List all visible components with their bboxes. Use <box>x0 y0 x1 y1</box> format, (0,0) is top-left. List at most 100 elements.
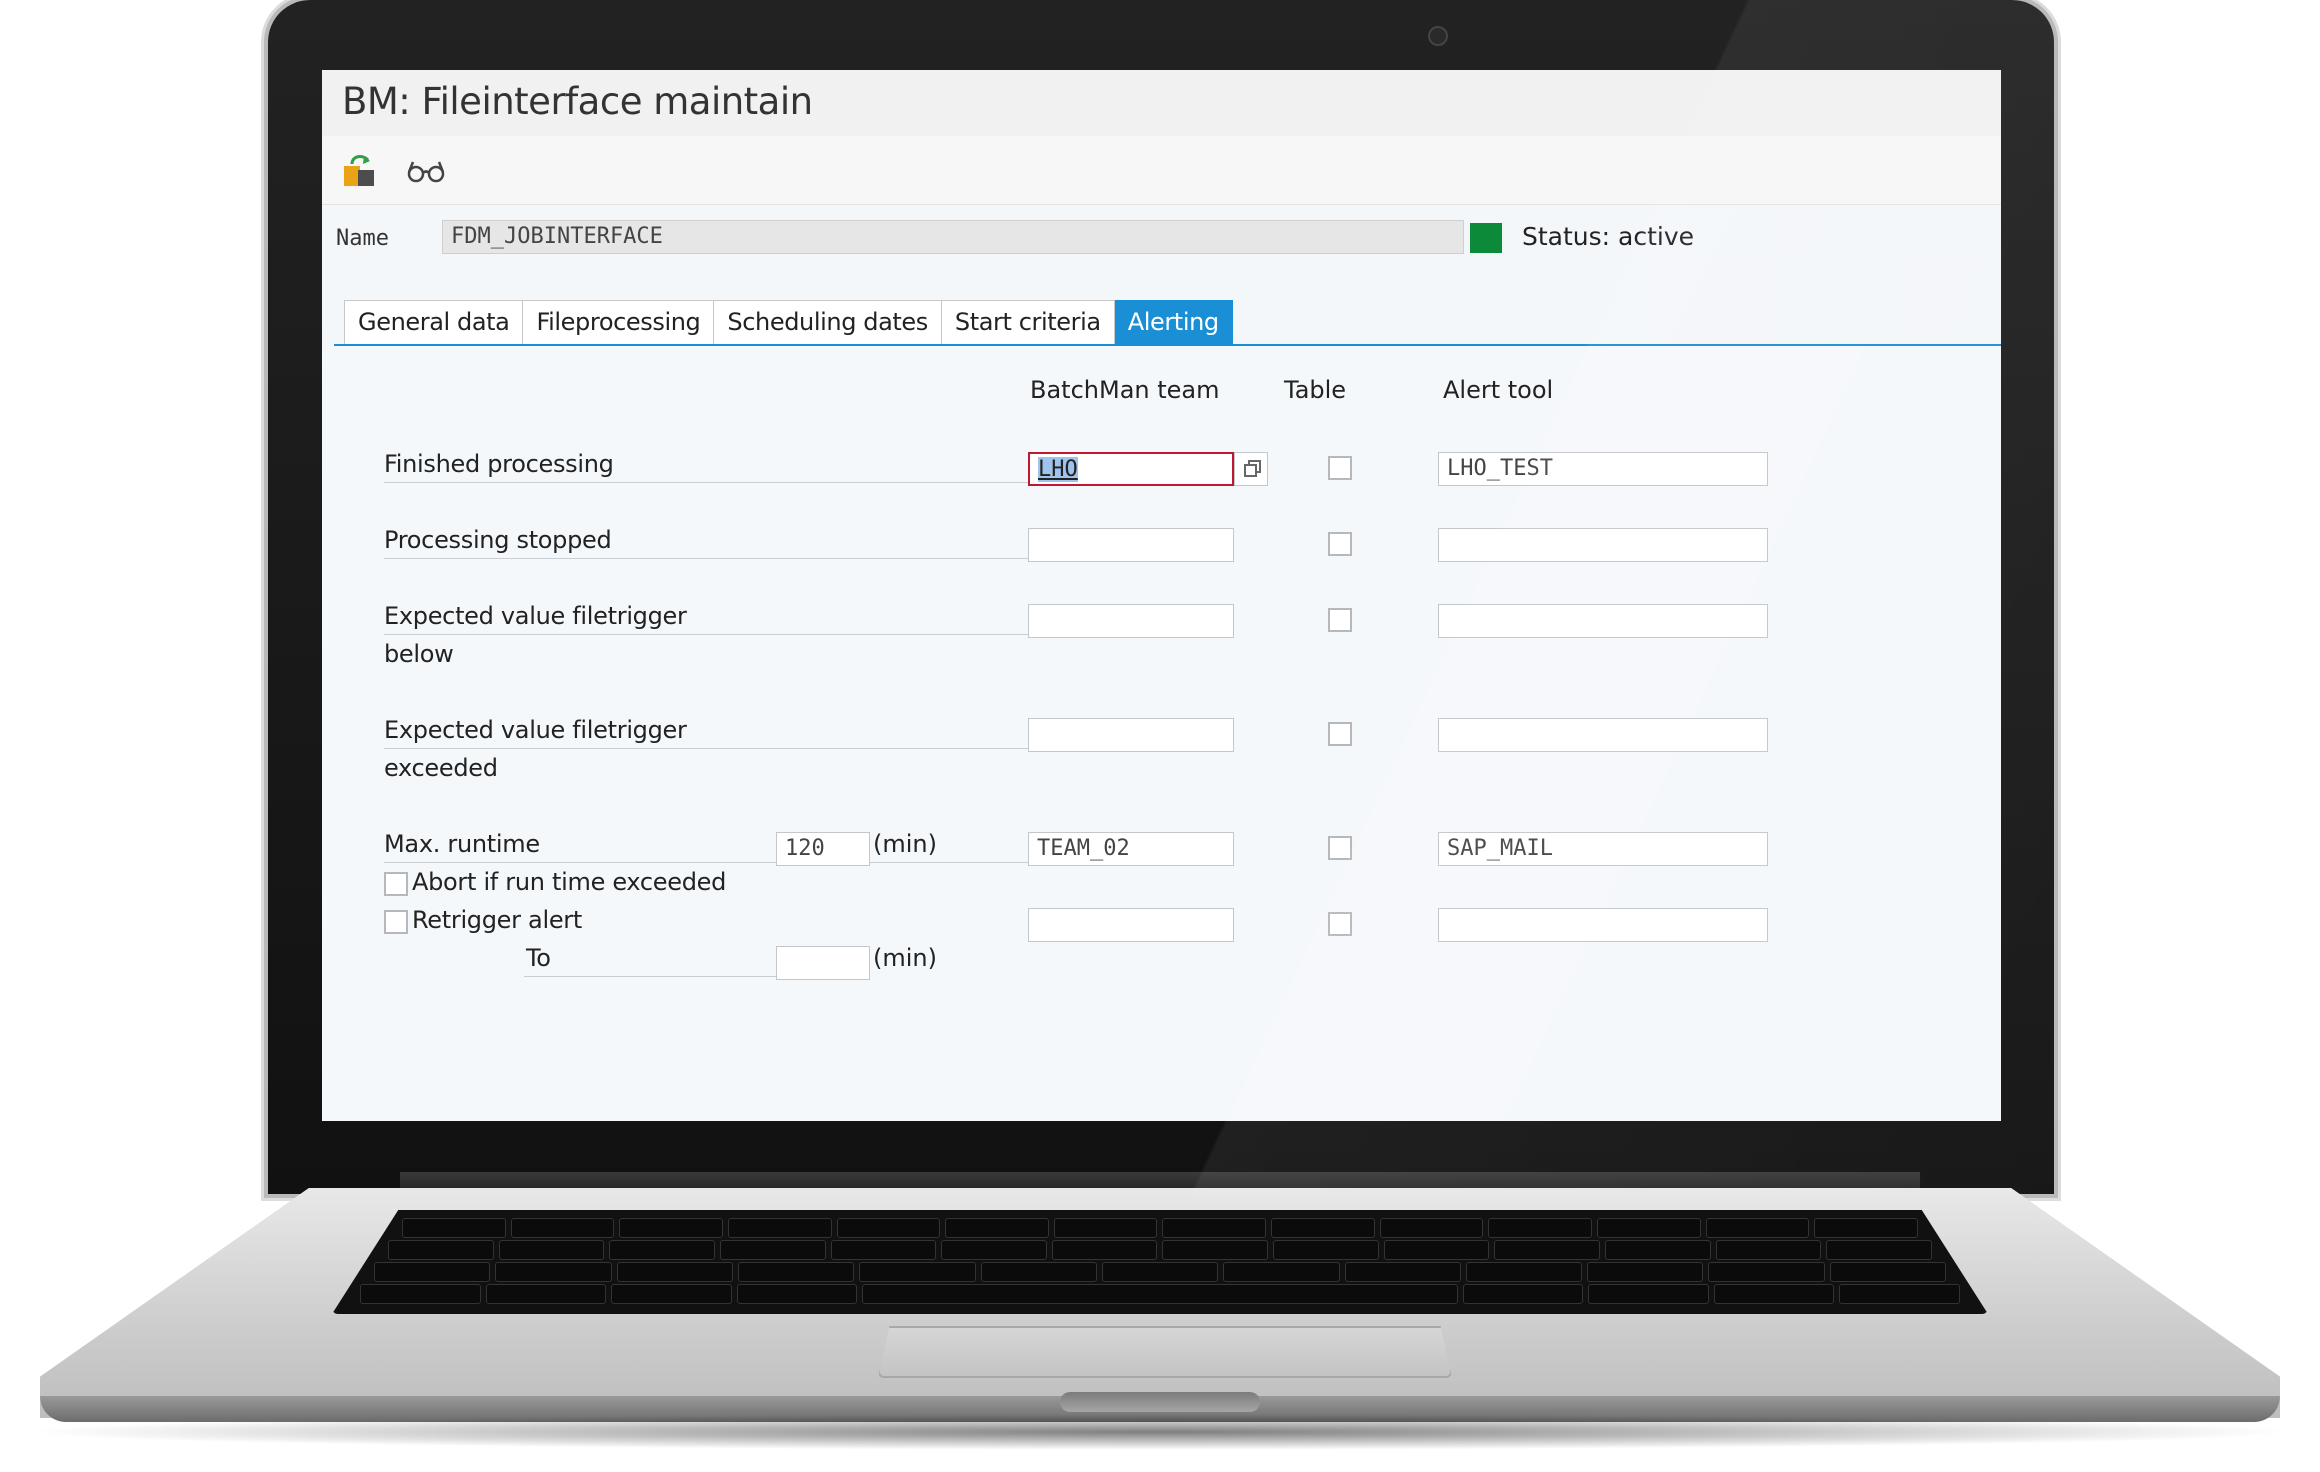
tool-field-exceeded[interactable] <box>1438 718 1768 752</box>
key <box>619 1218 723 1238</box>
key <box>510 1218 615 1238</box>
key <box>1383 1240 1490 1260</box>
key <box>1705 1218 1810 1238</box>
key <box>1488 1218 1593 1238</box>
tab-fileprocessing[interactable]: Fileprocessing <box>523 300 715 344</box>
key <box>941 1240 1047 1260</box>
key <box>727 1218 832 1238</box>
value-help-button[interactable] <box>1234 452 1268 486</box>
toolbar <box>322 136 2001 205</box>
row-divider <box>384 748 1028 749</box>
laptop-shadow <box>20 1414 2300 1450</box>
tab-general-data[interactable]: General data <box>344 300 524 344</box>
tab-alerting[interactable]: Alerting <box>1114 300 1233 344</box>
table-checkbox-finished[interactable] <box>1328 456 1352 480</box>
team-field-exceeded[interactable] <box>1028 718 1234 752</box>
row-divider <box>524 976 776 977</box>
key <box>1053 1218 1158 1238</box>
key <box>836 1218 941 1238</box>
to-unit: (min) <box>873 944 937 972</box>
name-field: FDM_JOBINTERFACE <box>442 220 1464 254</box>
key <box>1587 1262 1704 1282</box>
row-label-runtime: Max. runtime <box>384 830 540 858</box>
key <box>616 1262 733 1282</box>
key <box>1597 1218 1701 1238</box>
tool-field-retrigger[interactable] <box>1438 908 1768 942</box>
row-label-below-2: below <box>384 640 454 668</box>
keyboard-row <box>388 1240 1932 1260</box>
camera-icon <box>1428 26 1448 46</box>
name-label: Name <box>336 226 389 251</box>
table-checkbox-exceeded[interactable] <box>1328 722 1352 746</box>
app-screen: BM: Fileinterface maintain Name FDM_JOBI… <box>322 70 2001 1121</box>
row-divider <box>384 634 1028 635</box>
team-field-stopped[interactable] <box>1028 528 1234 562</box>
key <box>1101 1262 1219 1282</box>
retrigger-checkbox[interactable] <box>384 910 408 934</box>
key <box>862 1284 1458 1304</box>
key <box>1162 1240 1269 1260</box>
key <box>402 1218 506 1238</box>
abort-label: Abort if run time exceeded <box>412 868 727 896</box>
runtime-unit: (min) <box>873 830 937 858</box>
tab-scheduling-dates[interactable]: Scheduling dates <box>714 300 942 344</box>
value-help-icon <box>1244 460 1261 477</box>
row-label-stopped: Processing stopped <box>384 526 612 554</box>
retrigger-label: Retrigger alert <box>412 906 582 934</box>
trackpad <box>878 1326 1452 1378</box>
key <box>736 1284 858 1304</box>
team-field-runtime[interactable]: TEAM_02 <box>1028 832 1234 866</box>
key <box>1051 1240 1158 1260</box>
key <box>945 1218 1049 1238</box>
key <box>719 1240 826 1260</box>
table-checkbox-runtime[interactable] <box>1328 836 1352 860</box>
key <box>1814 1218 1918 1238</box>
row-label-below: Expected value filetrigger <box>384 602 687 630</box>
status-text: Status: active <box>1522 222 1695 251</box>
key <box>485 1284 607 1304</box>
column-header-table: Table <box>1284 376 1347 404</box>
row-label-finished: Finished processing <box>384 450 614 478</box>
key <box>1708 1262 1825 1282</box>
key <box>1829 1262 1947 1282</box>
display-glasses-icon[interactable] <box>404 150 448 190</box>
key <box>611 1284 732 1304</box>
row-label-exceeded-2: exceeded <box>384 754 498 782</box>
runtime-field[interactable]: 120 <box>776 832 870 866</box>
key <box>1273 1240 1379 1260</box>
key <box>830 1240 937 1260</box>
keyboard-row <box>360 1284 1960 1304</box>
tool-field-below[interactable] <box>1438 604 1768 638</box>
key <box>737 1262 855 1282</box>
row-divider <box>384 862 1028 863</box>
tab-strip: General data Fileprocessing Scheduling d… <box>344 300 1233 344</box>
key <box>1588 1284 1709 1304</box>
table-checkbox-stopped[interactable] <box>1328 532 1352 556</box>
team-field-finished[interactable]: LHO <box>1028 452 1234 486</box>
laptop-notch <box>1060 1392 1260 1412</box>
abort-checkbox[interactable] <box>384 872 408 896</box>
alerting-panel: BatchMan team Table Alert tool Finished … <box>322 346 2001 1121</box>
row-divider <box>384 558 1028 559</box>
tool-field-runtime[interactable]: SAP_MAIL <box>1438 832 1768 866</box>
key <box>360 1284 481 1304</box>
to-field[interactable] <box>776 946 870 980</box>
team-field-below[interactable] <box>1028 604 1234 638</box>
key <box>374 1262 491 1282</box>
key <box>1465 1262 1583 1282</box>
key <box>1494 1240 1601 1260</box>
key <box>859 1262 976 1282</box>
key <box>388 1240 494 1260</box>
tool-field-finished[interactable]: LHO_TEST <box>1438 452 1768 486</box>
column-header-team: BatchMan team <box>1030 376 1220 404</box>
table-checkbox-below[interactable] <box>1328 608 1352 632</box>
tab-start-criteria[interactable]: Start criteria <box>941 300 1115 344</box>
transport-icon[interactable] <box>342 150 382 190</box>
key <box>609 1240 715 1260</box>
keyboard-row <box>402 1218 1918 1238</box>
tool-field-stopped[interactable] <box>1438 528 1768 562</box>
table-checkbox-retrigger[interactable] <box>1328 912 1352 936</box>
key <box>1715 1240 1822 1260</box>
team-value-finished: LHO <box>1038 457 1078 482</box>
team-field-retrigger[interactable] <box>1028 908 1234 942</box>
